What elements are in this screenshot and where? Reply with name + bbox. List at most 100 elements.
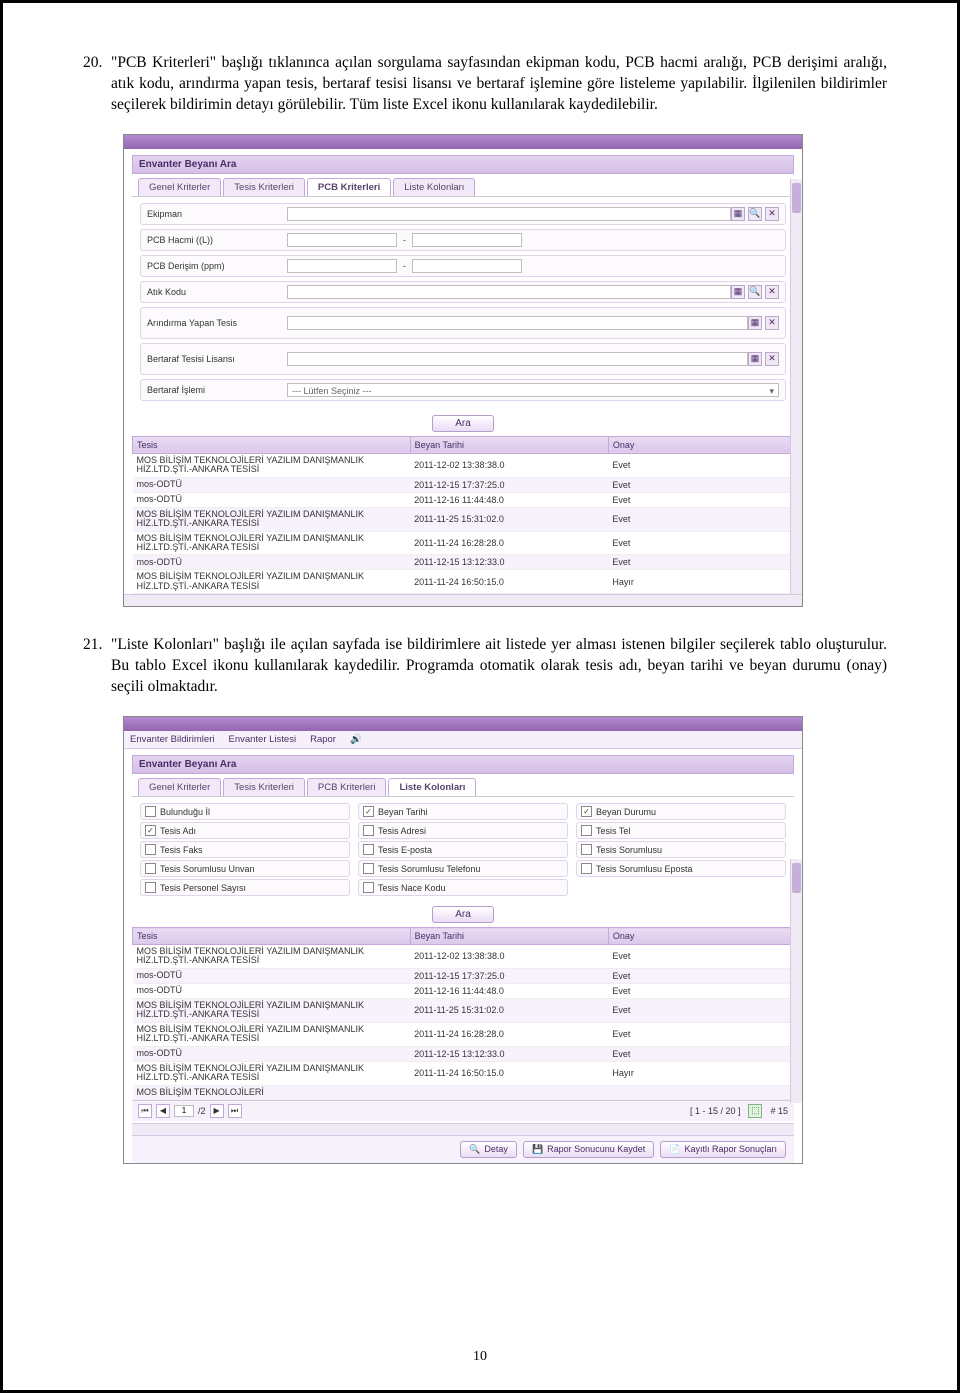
check-item[interactable]: Tesis E-posta [358, 841, 568, 858]
tab-pcb[interactable]: PCB Kriterleri [307, 178, 391, 196]
footer-buttons: 🔍 Detay 💾 Rapor Sonucunu Kaydet 📄 Kayıtl… [132, 1135, 794, 1163]
rapor-kaydet-button[interactable]: 💾 Rapor Sonucunu Kaydet [523, 1141, 654, 1158]
table-row[interactable]: MOS BİLİŞİM TEKNOLOJİLERİ YAZILIM DANIŞM… [133, 570, 794, 594]
table-row[interactable]: MOS BİLİŞİM TEKNOLOJİLERİ YAZILIM DANIŞM… [133, 507, 794, 531]
grid-icon[interactable]: ▦ [731, 207, 745, 221]
horizontal-scrollbar-2[interactable] [132, 1123, 794, 1135]
col-tesis[interactable]: Tesis [133, 436, 411, 453]
check-item[interactable]: Tesis Tel [576, 822, 786, 839]
save-icon: 💾 [532, 1144, 543, 1155]
input-arindirma[interactable] [287, 316, 748, 330]
para21-num: 21. [83, 635, 111, 698]
check-item[interactable]: Tesis Personel Sayısı [140, 879, 350, 896]
clear-icon[interactable]: ✕ [765, 316, 779, 330]
check-item[interactable]: Bulunduğu İl [140, 803, 350, 820]
tab-tesis[interactable]: Tesis Kriterleri [223, 178, 305, 196]
table-row[interactable]: MOS BİLİŞİM TEKNOLOJİLERİ YAZILIM DANIŞM… [133, 998, 794, 1022]
horizontal-scrollbar[interactable] [124, 594, 802, 606]
sound-icon[interactable]: 🔊 [350, 734, 362, 745]
grid-icon[interactable]: ▦ [748, 316, 762, 330]
grid-icon[interactable]: ▦ [731, 285, 745, 299]
tab-liste[interactable]: Liste Kolonları [393, 178, 475, 196]
check-item[interactable]: Tesis Sorumlusu Eposta [576, 860, 786, 877]
excel-icon[interactable]: ⬚ [748, 1104, 762, 1118]
table-row[interactable]: mos-ODTÜ2011-12-16 11:44:48.0Evet [133, 492, 794, 507]
row-bertaraf-islemi: Bertaraf İşlemi --- Lütfen Seçiniz --- ▾ [140, 379, 786, 401]
input-pcb-derisim-2[interactable] [412, 259, 522, 273]
tab-tesis-2[interactable]: Tesis Kriterleri [223, 778, 305, 796]
chevron-down-icon: ▾ [769, 384, 774, 396]
tab-liste-2[interactable]: Liste Kolonları [388, 778, 476, 796]
ara-button[interactable]: Ara [432, 415, 494, 432]
magnify-icon: 🔍 [469, 1144, 480, 1155]
menu-bildirimleri[interactable]: Envanter Bildirimleri [130, 734, 214, 745]
input-bertaraf-lisans[interactable] [287, 352, 748, 366]
pager: ⏮ ◀ /2 ▶ ⏭ [ 1 - 15 / 20 ] ⬚ # 15 [132, 1100, 794, 1121]
tab-pcb-2[interactable]: PCB Kriterleri [307, 778, 387, 796]
table-row[interactable]: mos-ODTÜ2011-12-15 13:12:33.0Evet [133, 1046, 794, 1061]
tab-bar-2: Genel Kriterler Tesis Kriterleri PCB Kri… [132, 774, 794, 797]
col-tarih-2[interactable]: Beyan Tarihi [410, 928, 608, 945]
col-tarih[interactable]: Beyan Tarihi [410, 436, 608, 453]
table-row[interactable]: MOS BİLİŞİM TEKNOLOJİLERİ [133, 1085, 794, 1099]
pager-next[interactable]: ▶ [210, 1104, 224, 1118]
clear-icon[interactable]: ✕ [765, 285, 779, 299]
input-pcb-hacmi-1[interactable] [287, 233, 397, 247]
select-bertaraf-islemi[interactable]: --- Lütfen Seçiniz --- ▾ [287, 383, 779, 397]
search-icon[interactable]: 🔍 [748, 285, 762, 299]
checkbox-icon [363, 844, 374, 855]
check-item[interactable]: Tesis Sorumlusu [576, 841, 786, 858]
menu-rapor[interactable]: Rapor [310, 734, 336, 745]
col-tesis-2[interactable]: Tesis [133, 928, 411, 945]
clear-icon[interactable]: ✕ [765, 207, 779, 221]
check-item[interactable]: ✓Beyan Tarihi [358, 803, 568, 820]
check-item[interactable]: Tesis Faks [140, 841, 350, 858]
table-row[interactable]: MOS BİLİŞİM TEKNOLOJİLERİ YAZILIM DANIŞM… [133, 453, 794, 477]
menu-listesi[interactable]: Envanter Listesi [228, 734, 296, 745]
table-row[interactable]: MOS BİLİŞİM TEKNOLOJİLERİ YAZILIM DANIŞM… [133, 531, 794, 555]
check-item[interactable]: Tesis Adresi [358, 822, 568, 839]
screenshot-pcb-kriterleri: Envanter Beyanı Ara Genel Kriterler Tesi… [123, 134, 803, 608]
check-item[interactable]: Tesis Nace Kodu [358, 879, 568, 896]
pager-prev[interactable]: ◀ [156, 1104, 170, 1118]
pager-first[interactable]: ⏮ [138, 1104, 152, 1118]
search-icon[interactable]: 🔍 [748, 207, 762, 221]
col-onay[interactable]: Onay [608, 436, 793, 453]
ara-button-2[interactable]: Ara [432, 906, 494, 923]
tab-genel-2[interactable]: Genel Kriterler [138, 778, 221, 796]
clear-icon[interactable]: ✕ [765, 352, 779, 366]
tab-genel[interactable]: Genel Kriterler [138, 178, 221, 196]
kayitli-rapor-button[interactable]: 📄 Kayıtlı Rapor Sonuçları [660, 1141, 786, 1158]
checkbox-icon [581, 863, 592, 874]
checkbox-icon: ✓ [363, 806, 374, 817]
pager-last[interactable]: ⏭ [228, 1104, 242, 1118]
table-row[interactable]: MOS BİLİŞİM TEKNOLOJİLERİ YAZILIM DANIŞM… [133, 945, 794, 969]
input-ekipman[interactable] [287, 207, 731, 221]
table-row[interactable]: MOS BİLİŞİM TEKNOLOJİLERİ YAZILIM DANIŞM… [133, 1022, 794, 1046]
list-icon: 📄 [669, 1144, 680, 1155]
input-pcb-hacmi-2[interactable] [412, 233, 522, 247]
table-row[interactable]: mos-ODTÜ2011-12-15 17:37:25.0Evet [133, 968, 794, 983]
pager-page-input[interactable] [174, 1105, 194, 1117]
check-item[interactable]: Tesis Sorumlusu Telefonu [358, 860, 568, 877]
table-row[interactable]: MOS BİLİŞİM TEKNOLOJİLERİ YAZILIM DANIŞM… [133, 1061, 794, 1085]
table-row[interactable]: mos-ODTÜ2011-12-16 11:44:48.0Evet [133, 983, 794, 998]
grid-icon[interactable]: ▦ [748, 352, 762, 366]
input-pcb-derisim-1[interactable] [287, 259, 397, 273]
label-atik-kodu: Atık Kodu [147, 287, 287, 297]
vertical-scrollbar[interactable] [790, 179, 802, 595]
check-item[interactable]: ✓Tesis Adı [140, 822, 350, 839]
check-item[interactable]: Tesis Sorumlusu Unvan [140, 860, 350, 877]
check-item[interactable]: ✓Beyan Durumu [576, 803, 786, 820]
detay-button[interactable]: 🔍 Detay [460, 1141, 517, 1158]
table-row[interactable]: mos-ODTÜ2011-12-15 13:12:33.0Evet [133, 555, 794, 570]
label-pcb-hacmi: PCB Hacmi ((L)) [147, 235, 287, 245]
col-onay-2[interactable]: Onay [608, 928, 793, 945]
table-row[interactable]: mos-ODTÜ2011-12-15 17:37:25.0Evet [133, 477, 794, 492]
vertical-scrollbar-2[interactable] [790, 859, 802, 1103]
checkbox-icon [145, 806, 156, 817]
pager-perpage: # 15 [770, 1106, 788, 1116]
input-atik-kodu[interactable] [287, 285, 731, 299]
results-table-2: Tesis Beyan Tarihi Onay MOS BİLİŞİM TEKN… [132, 927, 794, 1100]
checkbox-icon [581, 844, 592, 855]
